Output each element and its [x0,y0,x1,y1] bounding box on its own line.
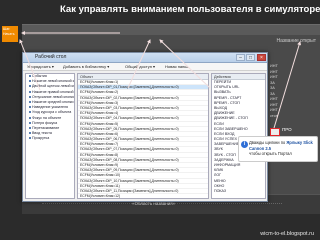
tree-node-icon [29,100,31,103]
tree-item-label: Потеря фокуса [32,120,58,125]
window-titlebar[interactable]: Рабочий стол – □ × [23,53,267,63]
maximize-button[interactable]: □ [246,54,255,61]
tree-item-label: Нажатие правой кнопкой мыши [32,89,74,94]
tree-node-icon [29,111,31,114]
menu-new-folder[interactable]: Новая папка [165,64,188,69]
callout-text: Дважды щелкни по Ярлыку Slick Cannon 2.5… [249,140,317,162]
tree-item-label: Уход курсора с объекта [32,110,72,115]
explorer-window: Рабочий стол – □ × Упорядочить ▾ Добавит… [22,52,268,202]
callout-line2: чтобы открыть Портал [249,151,292,157]
menu-share[interactable]: Общий доступ ▾ [125,64,155,69]
tree-node-icon [29,132,31,135]
script-grid: Объект ECFM(Условие=Клик=1) ПОКАЗ(Объект… [77,73,209,199]
window-menubar: Упорядочить ▾ Добавить в библиотеку ▾ Об… [23,63,267,71]
tutorial-screenshot: Как управлять вниманием пользователя в с… [0,0,320,240]
grid-row[interactable]: ECFM(Условие=Клик=12) [78,194,208,198]
tree-node-icon [29,85,31,88]
menu-organize[interactable]: Упорядочить ▾ [27,64,54,69]
tree-node-icon [29,126,31,129]
tree-item-label: Фокус на объекте [32,115,62,120]
background-header-label: Название открыт [276,38,316,44]
tree-item-label: Наведение указателя [32,105,68,110]
tree-node-icon [29,121,31,124]
banner-title: Как управлять вниманием пользователя в с… [60,4,320,15]
tree-node-icon [29,90,31,93]
tree-node-icon [29,95,31,98]
tree-item-label: Двойной щелчок левой кнопкой [32,84,74,89]
tree-item-label: Отпускание левой кнопки мыши [32,94,74,99]
tree-item-label: Перетаскивание [32,125,60,130]
menu-add-to-library[interactable]: Добавить в библиотеку ▾ [63,64,109,69]
tree-item-label: Прокрутка [32,136,50,141]
tree-node-icon [29,75,31,78]
highlight-red-box-label: ПРО [282,127,292,132]
tree-node-icon [29,116,31,119]
tree-node-icon [29,80,31,83]
instruction-callout: i Дважды щелкни по Ярлыку Slick Cannon 2… [238,136,318,162]
tree-item-label: Ввод текста [32,131,52,136]
tree-item[interactable]: Прокрутка [26,136,74,141]
events-tree: СобытияНажатие левой кнопкой мышиДвойной… [25,73,75,199]
close-button[interactable]: × [257,54,266,61]
footer-url: wicm-to-el.blogspot.ru [260,231,314,237]
highlight-red-box[interactable] [270,128,280,136]
step-tag[interactable]: Шаг: Начать [2,26,18,42]
background-toolbar [22,25,320,35]
tree-item-label: Нажатие средней кнопки мыши [32,99,74,104]
action-item[interactable]: ПОКАЗ [212,189,265,194]
tree-item-label: События [32,74,47,78]
window-title: Рабочий стол [35,54,67,60]
tree-item-label: Нажатие левой кнопкой мыши [32,79,74,84]
callout-line1: Дважды щелкни по [249,140,286,145]
right-side-list: ИНТ ИНТ ИНТ ЗА ЗА ЗА ИНТ ИНТ ИНТ стоп [270,64,318,124]
info-icon: i [241,141,248,148]
tree-node-icon [29,137,31,140]
minimize-button[interactable]: – [236,54,245,61]
tree-node-icon [29,106,31,109]
right-side-item: стоп [270,113,278,118]
